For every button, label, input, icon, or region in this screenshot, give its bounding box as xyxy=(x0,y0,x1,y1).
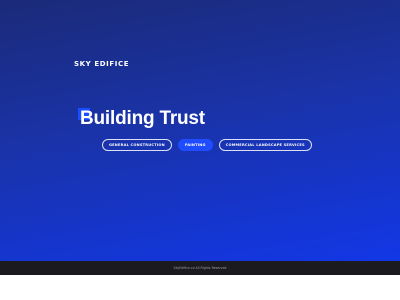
hero-section: SKY EDIFICE Building Trust GENERAL CONST… xyxy=(0,0,400,261)
pill-painting[interactable]: PAINTING xyxy=(177,139,213,151)
hero-headline: Building Trust xyxy=(80,108,205,129)
pill-commercial-landscape-services[interactable]: COMMERCIAL LANDSCAPE SERVICES xyxy=(218,139,312,151)
footer-copyright: SkyEdifice.co All Rights Reserved xyxy=(173,266,227,270)
footer: SkyEdifice.co All Rights Reserved xyxy=(0,261,400,275)
pill-general-construction[interactable]: GENERAL CONSTRUCTION xyxy=(102,139,172,151)
category-pills: GENERAL CONSTRUCTION PAINTING COMMERCIAL… xyxy=(102,139,312,151)
brand-logo[interactable]: SKY EDIFICE xyxy=(74,60,129,68)
